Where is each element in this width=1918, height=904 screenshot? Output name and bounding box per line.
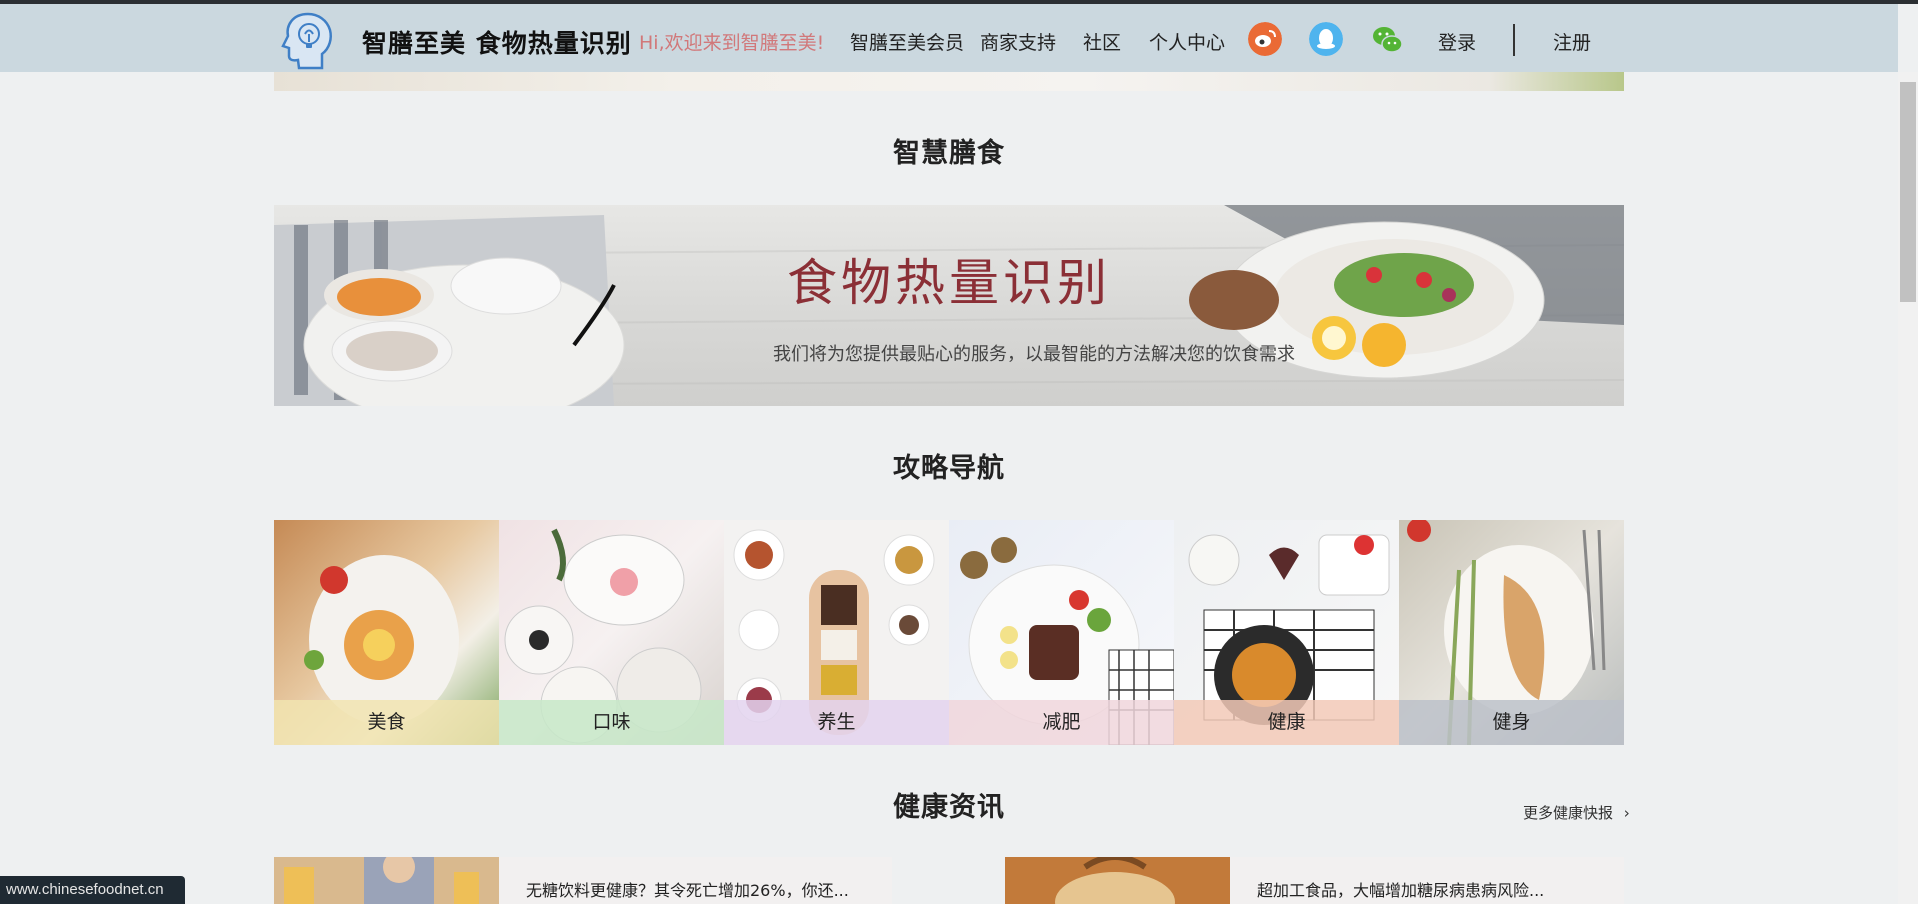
nav-community[interactable]: 社区 [1083,28,1121,55]
scrollbar-thumb[interactable] [1900,82,1916,302]
nav-divider [1513,24,1515,56]
hero-subtitle: 我们将为您提供最贴心的服务，以最智能的方法解决您的饮食需求 [773,344,1295,365]
guide-tiles: 美食 口味 养生 减肥 健康 健身 [274,520,1624,745]
welcome-text: Hi,欢迎来到智膳至美! [639,32,825,54]
hero-banner[interactable]: 食物热量识别 我们将为您提供最贴心的服务，以最智能的方法解决您的饮食需求 [274,205,1624,406]
news-thumbnail [274,857,499,904]
login-link[interactable]: 登录 [1438,28,1476,55]
navbar: 智膳至美 食物热量识别 Hi,欢迎来到智膳至美! 智膳至美会员 商家支持 社区 … [0,4,1898,72]
news-item[interactable]: 无糖饮料更健康？其令死亡增加26%，你还... [274,857,892,904]
more-link-label: 更多健康快报 [1523,804,1614,822]
brain-head-logo[interactable] [278,10,338,70]
news-title: 超加工食品，大幅增加糖尿病患病风险... [1257,881,1545,900]
section-title-guide-nav: 攻略导航 [893,453,1005,484]
tile-weight-loss[interactable]: 减肥 [949,520,1174,745]
news-title: 无糖饮料更健康？其令死亡增加26%，你还... [526,881,849,900]
section-title-smart-diet: 智慧膳食 [893,138,1005,169]
hero-title: 食物热量识别 [787,254,1111,312]
weibo-icon[interactable] [1248,22,1282,56]
tile-label-wellness: 养生 [724,700,949,745]
news-thumbnail [1005,857,1230,904]
tile-wellness[interactable]: 养生 [724,520,949,745]
nav-member[interactable]: 智膳至美会员 [850,28,964,55]
brand-title: 智膳至美 食物热量识别 [362,29,632,58]
tile-label-fitness: 健身 [1399,700,1624,745]
tile-taste[interactable]: 口味 [499,520,724,745]
tile-food[interactable]: 美食 [274,520,499,745]
wechat-icon[interactable] [1370,22,1404,56]
tile-label-health: 健康 [1174,700,1399,745]
news-item[interactable]: 超加工食品，大幅增加糖尿病患病风险... [1005,857,1624,904]
tile-label-weight-loss: 减肥 [949,700,1174,745]
tile-fitness[interactable]: 健身 [1399,520,1624,745]
carousel-bottom-edge [274,72,1624,91]
nav-merchant-support[interactable]: 商家支持 [980,28,1056,55]
tile-label-food: 美食 [274,700,499,745]
tile-label-taste: 口味 [499,700,724,745]
more-health-news-link[interactable]: 更多健康快报 › [1523,802,1630,823]
qq-icon[interactable] [1309,22,1343,56]
nav-personal-center[interactable]: 个人中心 [1149,28,1225,55]
tile-health[interactable]: 健康 [1174,520,1399,745]
register-link[interactable]: 注册 [1553,28,1591,55]
chevron-right-icon: › [1623,804,1630,822]
site-watermark: www.chinesefoodnet.cn [0,876,185,904]
